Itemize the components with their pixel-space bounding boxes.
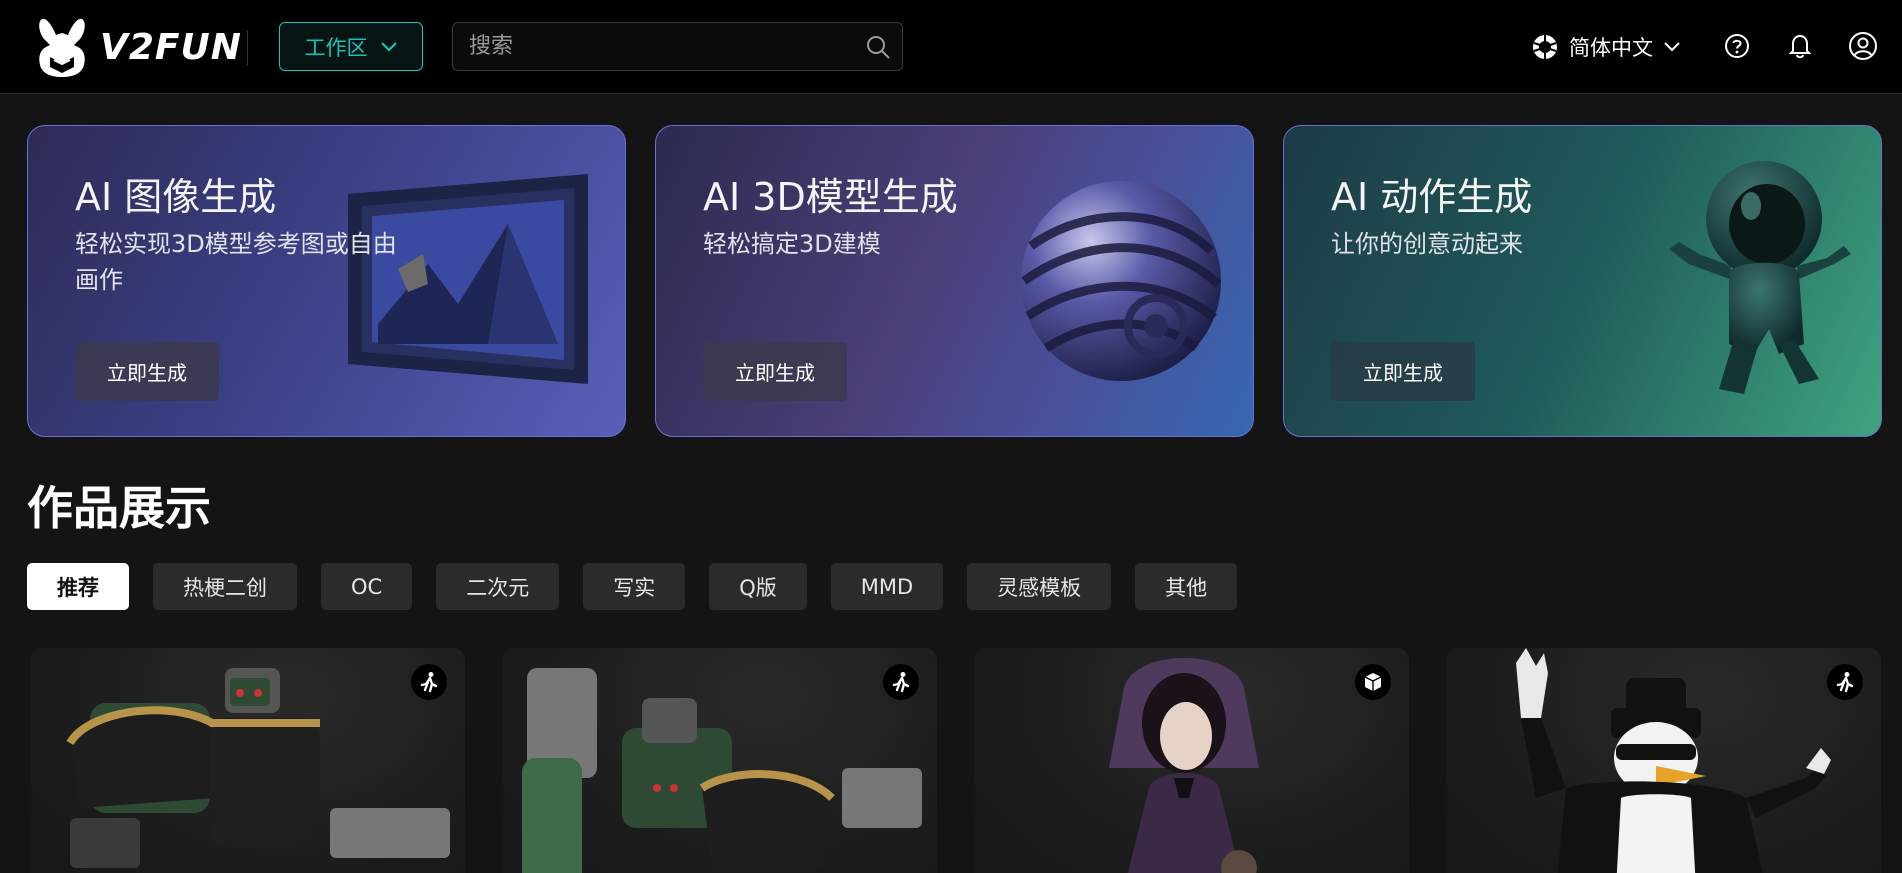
rabbit-logo-icon <box>39 18 85 77</box>
feature-card-image[interactable]: AI 图像生成 轻松实现3D模型参考图或自由画作 立即生成 <box>27 125 626 437</box>
search-icon[interactable] <box>854 34 902 60</box>
running-figure-icon <box>1827 664 1863 700</box>
feature-title: AI 动作生成 <box>1331 175 1533 219</box>
feature-title: AI 图像生成 <box>75 175 277 219</box>
feature-title: AI 3D模型生成 <box>703 175 958 219</box>
filter-tab-other[interactable]: 其他 <box>1135 563 1238 610</box>
site-logo[interactable]: V2FUN <box>36 16 242 78</box>
header-divider <box>247 30 248 66</box>
running-figure-icon <box>883 664 919 700</box>
sphere-3d-icon <box>1021 181 1222 381</box>
gallery-item[interactable] <box>502 648 937 873</box>
feature-card-motion[interactable]: AI 动作生成 让你的创意动起来 立即生成 <box>1283 125 1882 437</box>
showcase-title: 作品展示 <box>27 481 211 535</box>
top-header: V2FUN 工作区 简体中文 <box>0 0 1902 94</box>
generate-button[interactable]: 立即生成 <box>703 342 847 401</box>
generate-button[interactable]: 立即生成 <box>1331 342 1475 401</box>
language-label: 简体中文 <box>1569 36 1653 60</box>
mech-robot-thumbnail <box>522 668 922 873</box>
3d-cube-icon <box>1355 664 1391 700</box>
language-selector[interactable]: 简体中文 <box>1531 28 1681 66</box>
globe-icon <box>1533 35 1557 59</box>
running-figure-icon <box>411 664 447 700</box>
chevron-down-icon <box>1664 42 1680 52</box>
feature-card-3d-model[interactable]: AI 3D模型生成 轻松搞定3D建模 立即生成 <box>655 125 1254 437</box>
logo-text: V2FUN <box>100 26 242 68</box>
gallery-item[interactable] <box>30 648 465 873</box>
filter-tab-anime[interactable]: 二次元 <box>436 563 560 610</box>
astronaut-icon <box>1669 161 1851 394</box>
workspace-label: 工作区 <box>304 35 368 60</box>
gallery-item[interactable] <box>974 648 1409 873</box>
mech-robot-thumbnail <box>66 668 450 868</box>
feature-subtitle: 让你的创意动起来 <box>1331 230 1523 258</box>
filter-tab-realistic[interactable]: 写实 <box>583 563 686 610</box>
generate-button[interactable]: 立即生成 <box>75 342 219 401</box>
filter-tab-mmd[interactable]: MMD <box>830 563 944 610</box>
search-input[interactable] <box>453 23 854 70</box>
search-box[interactable] <box>452 22 903 71</box>
bell-icon[interactable] <box>1784 30 1816 62</box>
filter-tab-oc[interactable]: OC <box>321 563 413 610</box>
gallery-item[interactable] <box>1446 648 1881 873</box>
feature-subtitle: 轻松实现3D模型参考图或自由画作 <box>75 230 397 294</box>
filter-tabs: 推荐 热梗二创 OC 二次元 写实 Q版 MMD 灵感模板 其他 <box>27 563 1238 610</box>
workspace-dropdown[interactable]: 工作区 <box>279 22 423 71</box>
user-avatar-icon[interactable] <box>1847 30 1879 62</box>
help-icon[interactable] <box>1721 30 1753 62</box>
filter-tab-meme[interactable]: 热梗二创 <box>153 563 297 610</box>
filter-tab-recommended[interactable]: 推荐 <box>27 563 129 610</box>
filter-tab-templates[interactable]: 灵感模板 <box>967 563 1112 610</box>
chevron-down-icon <box>380 41 397 52</box>
filter-tab-chibi[interactable]: Q版 <box>709 563 807 610</box>
gothic-doll-thumbnail <box>1109 658 1259 873</box>
feature-subtitle: 轻松搞定3D建模 <box>703 230 881 258</box>
duck-character-thumbnail <box>1516 648 1831 873</box>
